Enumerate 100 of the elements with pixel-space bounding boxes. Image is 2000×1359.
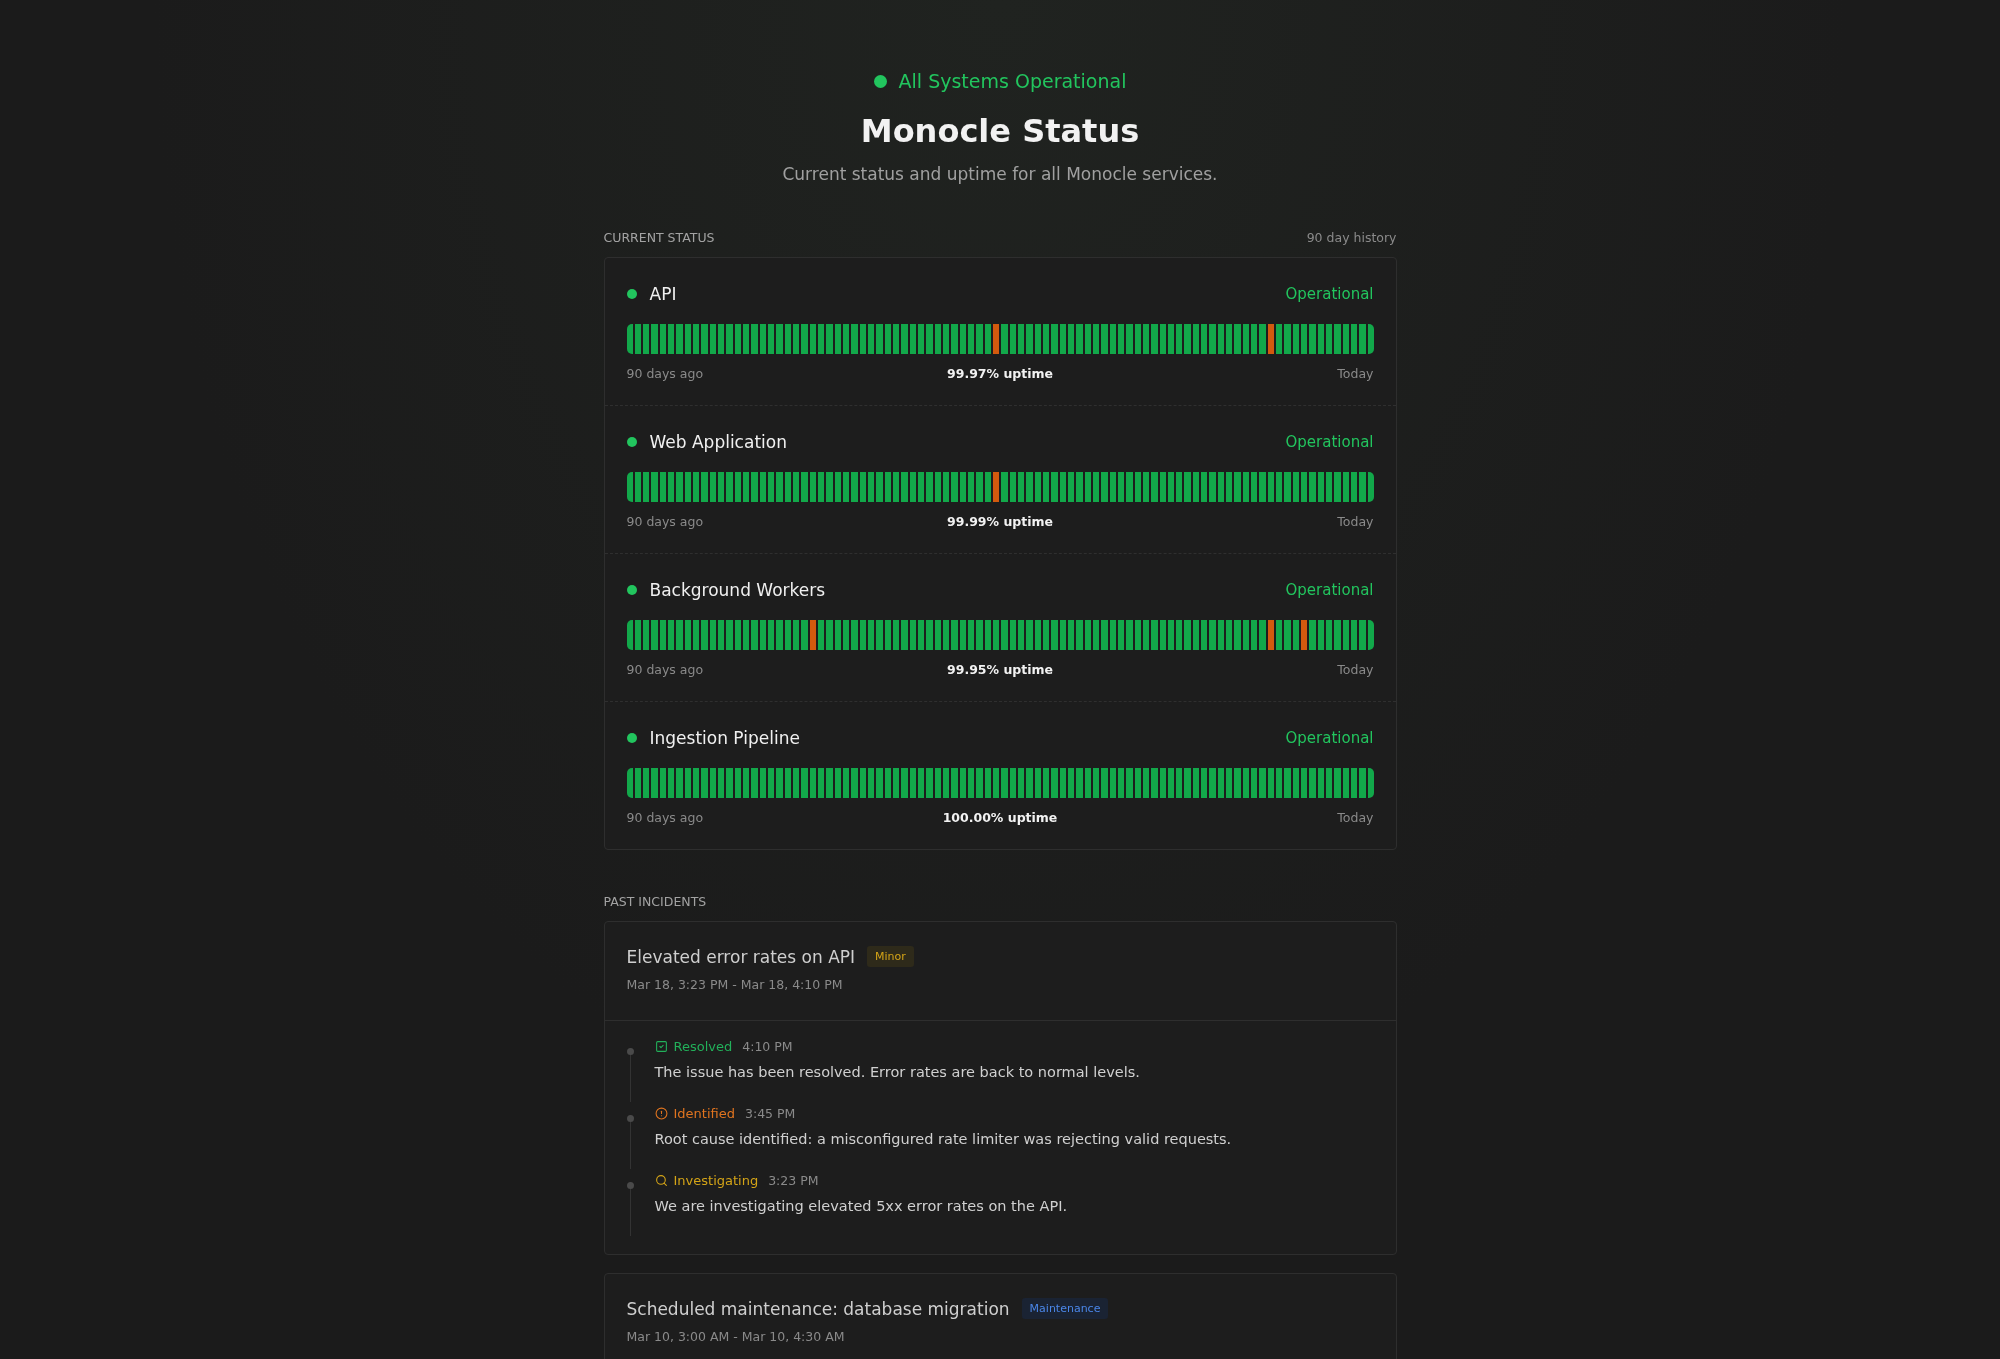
uptime-bar[interactable]: [984, 324, 991, 354]
uptime-bar[interactable]: [934, 768, 941, 798]
uptime-bar[interactable]: [1167, 324, 1175, 354]
uptime-bar[interactable]: [959, 620, 966, 650]
uptime-bar[interactable]: [1242, 324, 1250, 354]
uptime-bar[interactable]: [843, 768, 850, 798]
uptime-bar[interactable]: [918, 768, 925, 798]
uptime-bar[interactable]: [909, 768, 916, 798]
uptime-bar[interactable]: [1067, 472, 1075, 502]
uptime-bar[interactable]: [734, 472, 742, 502]
uptime-bar[interactable]: [1242, 472, 1250, 502]
uptime-bar[interactable]: [967, 620, 975, 650]
uptime-bar[interactable]: [1226, 620, 1233, 650]
uptime-bar[interactable]: [718, 620, 725, 650]
uptime-bar[interactable]: [1092, 768, 1100, 798]
uptime-bar[interactable]: [992, 768, 1000, 798]
uptime-bar[interactable]: [1317, 324, 1325, 354]
uptime-bar[interactable]: [1326, 768, 1333, 798]
uptime-bar[interactable]: [1292, 472, 1300, 502]
uptime-bar[interactable]: [684, 324, 692, 354]
uptime-bar[interactable]: [1042, 620, 1050, 650]
uptime-bar[interactable]: [818, 620, 825, 650]
uptime-bar[interactable]: [1092, 324, 1100, 354]
uptime-bar[interactable]: [868, 620, 875, 650]
uptime-bar[interactable]: [718, 768, 725, 798]
uptime-bar[interactable]: [1367, 472, 1374, 502]
uptime-bar[interactable]: [768, 768, 775, 798]
uptime-bar[interactable]: [1276, 768, 1283, 798]
uptime-bar[interactable]: [784, 768, 792, 798]
uptime-bar[interactable]: [1034, 620, 1041, 650]
uptime-bar[interactable]: [934, 620, 941, 650]
uptime-bar[interactable]: [1317, 472, 1325, 502]
uptime-bar[interactable]: [1226, 768, 1233, 798]
uptime-bar[interactable]: [1201, 472, 1208, 502]
uptime-bar[interactable]: [818, 472, 825, 502]
uptime-bar[interactable]: [1167, 620, 1175, 650]
uptime-bar[interactable]: [759, 768, 767, 798]
uptime-bar[interactable]: [626, 768, 633, 798]
uptime-bar[interactable]: [668, 768, 675, 798]
uptime-bar[interactable]: [1342, 472, 1350, 502]
uptime-bar[interactable]: [1292, 620, 1300, 650]
uptime-bar[interactable]: [942, 620, 950, 650]
uptime-bar[interactable]: [634, 324, 642, 354]
uptime-bar[interactable]: [1367, 768, 1374, 798]
uptime-bar[interactable]: [643, 620, 650, 650]
uptime-bar[interactable]: [1167, 768, 1175, 798]
uptime-bar[interactable]: [1217, 768, 1225, 798]
uptime-bar[interactable]: [784, 472, 792, 502]
uptime-bar[interactable]: [1134, 620, 1141, 650]
uptime-bar[interactable]: [1142, 620, 1150, 650]
uptime-bar[interactable]: [626, 472, 633, 502]
uptime-bar[interactable]: [1192, 768, 1200, 798]
uptime-bar[interactable]: [1017, 472, 1025, 502]
uptime-bar[interactable]: [1009, 472, 1016, 502]
uptime-bar[interactable]: [893, 324, 900, 354]
uptime-bar[interactable]: [743, 620, 750, 650]
uptime-bar[interactable]: [859, 324, 866, 354]
uptime-bar[interactable]: [992, 472, 1000, 502]
uptime-bar[interactable]: [709, 472, 717, 502]
uptime-bar[interactable]: [1017, 768, 1025, 798]
uptime-bar[interactable]: [1342, 620, 1350, 650]
uptime-bar[interactable]: [1092, 472, 1100, 502]
uptime-bar[interactable]: [1176, 324, 1183, 354]
uptime-bar[interactable]: [1192, 620, 1200, 650]
uptime-bar[interactable]: [1301, 620, 1308, 650]
uptime-bar[interactable]: [1084, 768, 1091, 798]
uptime-bar[interactable]: [1192, 324, 1200, 354]
uptime-bar[interactable]: [1276, 472, 1283, 502]
uptime-bar[interactable]: [659, 768, 667, 798]
uptime-bar[interactable]: [709, 768, 717, 798]
uptime-bar[interactable]: [942, 472, 950, 502]
uptime-bar[interactable]: [884, 768, 891, 798]
uptime-bar[interactable]: [743, 768, 750, 798]
uptime-bar[interactable]: [868, 324, 875, 354]
uptime-bar[interactable]: [626, 324, 633, 354]
uptime-bar[interactable]: [1251, 472, 1258, 502]
uptime-bar[interactable]: [1117, 472, 1125, 502]
uptime-bar[interactable]: [1217, 472, 1225, 502]
uptime-bar[interactable]: [984, 620, 991, 650]
uptime-bar[interactable]: [1276, 324, 1283, 354]
uptime-bar[interactable]: [759, 620, 767, 650]
uptime-bar[interactable]: [1009, 620, 1016, 650]
uptime-bar[interactable]: [967, 472, 975, 502]
uptime-bar[interactable]: [1342, 768, 1350, 798]
uptime-bar[interactable]: [1167, 472, 1175, 502]
uptime-bar[interactable]: [668, 324, 675, 354]
uptime-bar[interactable]: [1351, 620, 1358, 650]
uptime-bar[interactable]: [793, 620, 800, 650]
uptime-bar[interactable]: [718, 324, 725, 354]
uptime-bar[interactable]: [1084, 324, 1091, 354]
uptime-bar[interactable]: [643, 324, 650, 354]
uptime-bar[interactable]: [659, 620, 667, 650]
uptime-bar[interactable]: [693, 472, 700, 502]
uptime-bar[interactable]: [1267, 768, 1275, 798]
uptime-bar[interactable]: [959, 768, 966, 798]
uptime-bar[interactable]: [1367, 620, 1374, 650]
uptime-bar[interactable]: [634, 620, 642, 650]
uptime-bar[interactable]: [634, 768, 642, 798]
uptime-bar[interactable]: [1034, 472, 1041, 502]
uptime-bar[interactable]: [1067, 768, 1075, 798]
